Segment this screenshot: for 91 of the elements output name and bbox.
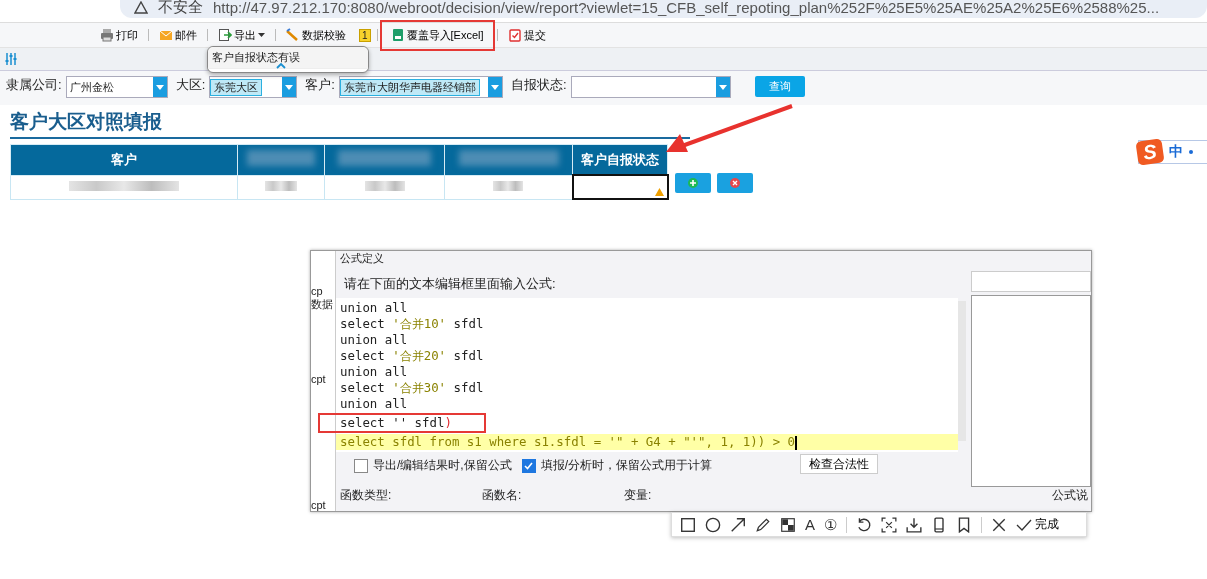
filter-dropdown[interactable]: 广州金松 [65, 76, 168, 98]
add-button[interactable] [674, 173, 711, 193]
warning-icon [134, 0, 148, 14]
text-tool[interactable]: A [805, 516, 815, 533]
panel-label: 公式说 [1052, 487, 1088, 504]
check-icon [1016, 517, 1032, 532]
plus-icon [687, 178, 698, 188]
scan-icon [881, 516, 897, 533]
printer-icon [100, 28, 114, 42]
done-button[interactable]: 完成 [1016, 516, 1059, 533]
phone-icon [931, 516, 947, 533]
checkbox[interactable] [521, 458, 536, 473]
chevron-up-icon[interactable] [276, 63, 286, 69]
checkbox-label: 填报/分析时，保留公式用于计算 [540, 457, 712, 474]
pencil-tool-icon [755, 516, 771, 533]
formula-prompt: 请在下面的文本编辑框里面输入公式: [344, 275, 556, 293]
code-line: union all [339, 396, 408, 412]
capture-tool[interactable] [755, 516, 771, 533]
capture-tool[interactable] [680, 516, 696, 533]
dialog-title: 公式定义 [340, 251, 384, 266]
capture-tool[interactable] [956, 516, 972, 533]
capture-tool[interactable] [906, 516, 922, 533]
capture-tool[interactable] [730, 516, 746, 533]
export-icon [218, 28, 232, 42]
circle-tool-icon [705, 516, 721, 533]
undo-icon [856, 516, 872, 533]
envelope-icon [159, 28, 173, 42]
capture-tool[interactable] [780, 516, 796, 533]
check-icon [524, 461, 534, 470]
ime-dot-icon [1189, 150, 1193, 154]
column-header: 客户自报状态 [572, 144, 668, 175]
dropdown-arrow-icon [718, 84, 727, 90]
capture-tool[interactable] [931, 516, 947, 533]
spreadsheet-icon [390, 28, 405, 42]
checkbox-label: 导出/编辑结果时,保留公式 [373, 457, 512, 474]
code-line: select '合并10' sfdl [339, 316, 484, 332]
filter-dropdown[interactable] [570, 76, 731, 98]
capture-tool[interactable] [705, 516, 721, 533]
toolbar-button[interactable]: 覆盖导入[Excel] [383, 23, 491, 47]
bookmark-icon [956, 516, 972, 533]
download-icon [906, 516, 922, 533]
caret-icon [258, 33, 265, 37]
capture-tool[interactable] [856, 516, 872, 533]
dropdown-arrow-icon [285, 84, 294, 90]
search-field[interactable] [971, 271, 1091, 292]
text-tool[interactable]: ① [824, 515, 837, 534]
scrollbar[interactable] [958, 301, 966, 441]
dropdown-arrow-icon [490, 84, 499, 90]
code-line: select '合并20' sfdl [339, 348, 484, 364]
toolbar-button[interactable]: 数据校验 [282, 24, 350, 46]
toolbar-button[interactable]: 邮件 [155, 24, 201, 46]
column-header: 客户 [10, 144, 238, 175]
panel-label: 函数类型: [340, 487, 392, 504]
filter-label: 大区: [175, 76, 206, 94]
toolbar-button[interactable]: 提交 [503, 24, 550, 46]
background-text: cpt [311, 499, 326, 511]
capture-tool[interactable] [991, 516, 1007, 533]
toolbar-button[interactable]: 打印 [96, 24, 142, 46]
count-badge: 1 [359, 28, 371, 42]
warning-icon [654, 188, 664, 196]
report-title: 客户大区对照填报 [10, 109, 690, 139]
panel-label: 函数名: [482, 487, 522, 504]
delete-button[interactable] [716, 173, 753, 193]
code-line: union all [339, 300, 408, 316]
filter-dropdown[interactable]: 东莞市大朗华声电器经销部 [338, 76, 503, 98]
filter-dropdown[interactable]: 东莞大区 [209, 76, 298, 98]
close-icon [729, 178, 740, 188]
code-line: union all [339, 364, 408, 380]
filter-label: 自报状态: [510, 76, 567, 94]
filter-label: 客户: [305, 76, 335, 94]
rectangle-tool-icon [680, 516, 696, 533]
close-icon [991, 516, 1007, 533]
arrow-tool-icon [730, 516, 746, 533]
ime-mode[interactable]: 中 [1169, 143, 1183, 161]
toolbar-button[interactable]: 导出 [214, 24, 269, 46]
error-tooltip: 客户自报状态有误 [207, 46, 369, 73]
code-line: union all [339, 332, 408, 348]
dropdown-arrow-icon [155, 84, 164, 90]
capture-tool[interactable] [881, 516, 897, 533]
status-cell[interactable] [572, 175, 668, 199]
validate-button[interactable]: 检查合法性 [800, 454, 878, 474]
checkbox[interactable] [354, 458, 368, 473]
sliders-icon[interactable] [4, 52, 18, 66]
clipboard-check-icon [507, 28, 522, 42]
pencil-ruler-icon [286, 28, 300, 42]
filter-label: 隶属公司: [6, 76, 62, 94]
code-line: select '合并30' sfdl [339, 380, 484, 396]
url-text[interactable]: http://47.97.212.170:8080/webroot/decision/view/report?viewlet=15_CFB_self_repoting_plan%252F%25E5%25AE%25A2%25E6%2588%25... [213, 0, 1160, 16]
panel-label: 变量: [624, 487, 652, 504]
background-text: cp [311, 285, 323, 297]
mosaic-tool-icon [780, 516, 796, 533]
